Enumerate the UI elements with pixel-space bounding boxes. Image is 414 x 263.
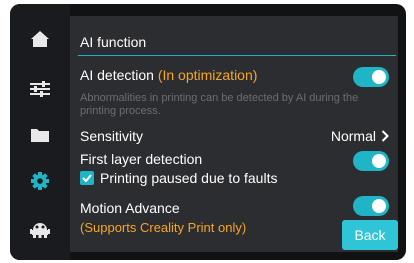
ai-detection-description: Abnormalities in printing can be detecte…	[80, 92, 359, 117]
home-icon	[31, 31, 49, 47]
robot-icon	[30, 223, 50, 238]
printer-screen: AI function AI detection (In optimizatio…	[10, 4, 406, 260]
motion-advance-toggle[interactable]	[353, 196, 389, 216]
sensitivity-value: Normal	[330, 128, 376, 144]
first-layer-label: First layer detection	[80, 151, 203, 167]
toggle-knob	[372, 199, 386, 213]
back-button[interactable]: Back	[342, 220, 398, 250]
sensitivity-label: Sensitivity	[80, 128, 144, 144]
sensitivity-selector[interactable]: Normal	[331, 128, 389, 144]
ai-detection-label: AI detection	[80, 67, 154, 83]
ai-function-panel: AI function AI detection (In optimizatio…	[70, 16, 398, 252]
first-layer-toggle[interactable]	[353, 151, 389, 171]
nav-home[interactable]	[10, 16, 70, 62]
checkmark-icon	[82, 174, 92, 182]
nav-settings[interactable]	[10, 158, 70, 204]
page-title: AI function	[80, 34, 147, 50]
sliders-icon	[30, 81, 50, 97]
toggle-knob	[372, 154, 386, 168]
pause-on-fault-checkbox[interactable]	[80, 171, 94, 185]
sidebar	[10, 4, 70, 260]
toggle-knob	[372, 70, 386, 84]
pause-on-fault-label: Printing paused due to faults	[100, 170, 278, 186]
folder-icon	[31, 129, 49, 142]
chevron-right-icon	[381, 130, 389, 142]
motion-advance-note: (Supports Creality Print only)	[80, 220, 247, 235]
ai-detection-row: AI detection (In optimization)	[80, 67, 257, 83]
ai-detection-status: (In optimization)	[157, 67, 258, 83]
motion-advance-label: Motion Advance	[80, 200, 180, 216]
title-divider	[78, 55, 396, 56]
gear-icon	[31, 172, 49, 190]
nav-ai[interactable]	[10, 206, 70, 252]
ai-detection-toggle[interactable]	[353, 67, 389, 87]
nav-controls[interactable]	[10, 66, 70, 112]
nav-files[interactable]	[10, 112, 70, 158]
